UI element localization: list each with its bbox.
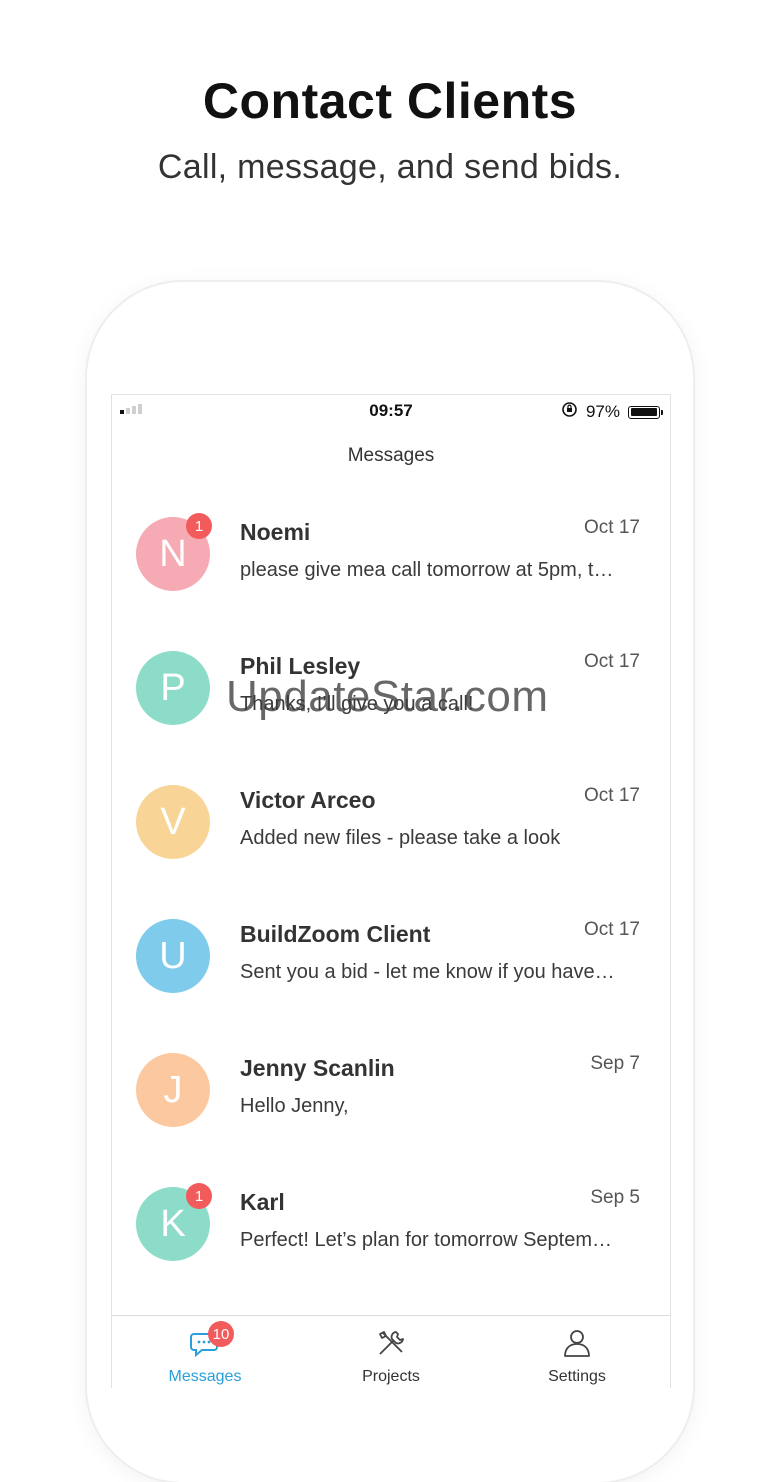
nav-title: Messages: [347, 445, 435, 466]
avatar: V: [136, 785, 210, 859]
contact-name: Victor Arceo: [240, 787, 376, 813]
avatar-initial: N: [159, 532, 187, 575]
avatar: K1: [136, 1183, 212, 1261]
conversation-row[interactable]: U BuildZoom Client Oct 17 Sent you a bid - …: [112, 893, 670, 1027]
tools-icon: [374, 1326, 408, 1360]
headline: Contact Clients: [202, 73, 578, 129]
message-date: Oct 17: [584, 517, 640, 538]
contact-name: Jenny Scanlin: [240, 1055, 395, 1081]
message-date: Oct 17: [584, 651, 640, 672]
avatar: J: [136, 1053, 210, 1127]
avatar-initial: U: [159, 934, 187, 977]
conversation-list: N 1 Noemi Oct 17 please give mea call tomorr…: [112, 491, 670, 1295]
tab-projects[interactable]: Projects: [298, 1316, 484, 1388]
phone-screen: 09:57 97% Messages N 1 Noemi Oct 17 please g…: [111, 394, 671, 1388]
conversation-row[interactable]: V Victor Arceo Oct 17 Added new files - ple…: [112, 759, 670, 893]
avatar-initial: P: [160, 666, 186, 709]
subheadline: Call, message, and send bids.: [157, 148, 623, 186]
tab-messages[interactable]: 10 Messages: [112, 1316, 298, 1388]
avatar: P: [136, 651, 210, 725]
message-preview: Sent you a bid - let me know if you have…: [240, 961, 615, 983]
message-preview: Perfect! Let’s plan for tomorrow Septem…: [240, 1229, 613, 1251]
status-bar: 09:57 97%: [112, 395, 670, 425]
battery-percent: 97%: [585, 402, 620, 421]
conversation-row[interactable]: J Jenny Scanlin Sep 7 Hello Jenny,: [112, 1027, 670, 1161]
conversation-row[interactable]: N 1 Noemi Oct 17 please give mea call tomorr…: [112, 491, 670, 625]
tab-settings-label: Settings: [548, 1368, 606, 1385]
conversation-row[interactable]: K 1 Karl Sep 5 Perfect! Let’s plan for tomor…: [112, 1161, 670, 1295]
message-preview: please give mea call tomorrow at 5pm, t…: [240, 559, 614, 581]
message-preview: Thanks, I’ll give you a call!: [240, 693, 474, 715]
avatar-initial: V: [160, 800, 186, 843]
contact-name: Karl: [240, 1189, 285, 1215]
tab-settings[interactable]: Settings: [484, 1316, 670, 1388]
message-date: Oct 17: [584, 919, 640, 940]
contact-name: Phil Lesley: [240, 653, 361, 679]
avatar-initial: K: [160, 1202, 186, 1245]
avatar: U: [136, 919, 210, 993]
message-preview: Added new files - please take a look: [240, 827, 561, 849]
avatar: N1: [136, 513, 212, 591]
battery-icon: [628, 405, 663, 419]
contact-name: BuildZoom Client: [240, 921, 431, 947]
tab-projects-label: Projects: [362, 1368, 420, 1385]
rotation-lock-icon: [561, 401, 578, 423]
avatar-initial: J: [163, 1068, 183, 1111]
tab-messages-label: Messages: [168, 1368, 242, 1385]
conversation-row[interactable]: P Phil Lesley Oct 17 Thanks, I’ll give you …: [112, 625, 670, 759]
unread-badge: 1: [186, 1183, 212, 1209]
contact-name: Noemi: [240, 519, 311, 545]
tab-bar: 10 Messages Projects Settings: [112, 1315, 670, 1388]
person-icon: [560, 1326, 594, 1360]
message-preview: Hello Jenny,: [240, 1095, 349, 1117]
unread-badge: 1: [186, 513, 212, 539]
message-date: Sep 7: [590, 1053, 640, 1074]
message-date: Oct 17: [584, 785, 640, 806]
tab-messages-badge: 10: [208, 1321, 234, 1347]
message-date: Sep 5: [590, 1187, 640, 1208]
